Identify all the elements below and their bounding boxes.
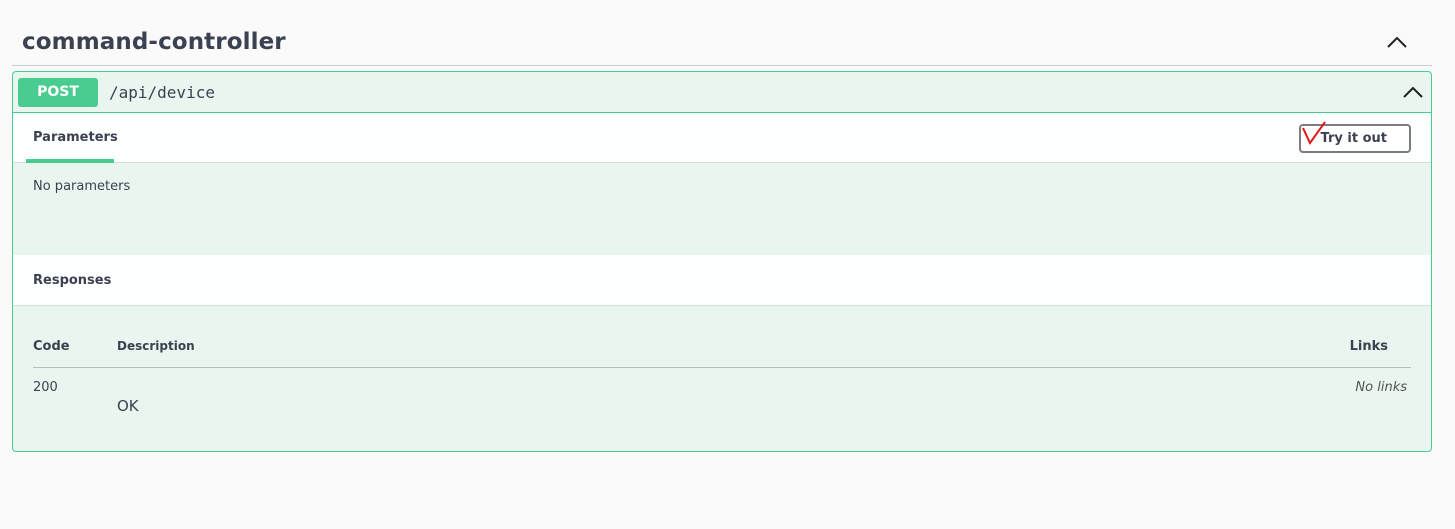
parameters-body: No parameters (13, 163, 1431, 255)
try-it-out-button[interactable]: Try it out (1299, 121, 1411, 153)
method-badge: POST (18, 77, 98, 107)
column-header-links: Links (1349, 339, 1388, 354)
responses-table: Code Description Links 200 OK No links (13, 306, 1431, 451)
try-it-out-label: Try it out (1320, 131, 1387, 146)
tab-parameters[interactable]: Parameters (26, 113, 118, 163)
operation-block: POST /api/device Parameters Try it out N… (12, 71, 1432, 452)
responses-header: Responses (13, 255, 1431, 306)
checkmark-icon (1302, 121, 1326, 145)
no-parameters-text: No parameters (33, 179, 131, 194)
column-header-code: Code (33, 339, 70, 354)
tag-title[interactable]: command-controller (22, 29, 286, 55)
tag-header[interactable]: command-controller (12, 18, 1432, 66)
chevron-up-icon[interactable] (1386, 35, 1408, 49)
response-links: No links (1355, 380, 1407, 395)
column-header-description: Description (117, 339, 195, 353)
parameters-header: Parameters Try it out (13, 113, 1431, 163)
operation-summary[interactable]: POST /api/device (13, 72, 1431, 113)
responses-title: Responses (33, 272, 112, 288)
operation-path: /api/device (109, 82, 215, 102)
response-description: OK (117, 397, 139, 415)
table-header-divider (33, 367, 1411, 368)
response-code: 200 (33, 380, 58, 395)
chevron-up-icon[interactable] (1402, 85, 1424, 99)
tab-parameters-label: Parameters (33, 130, 118, 145)
